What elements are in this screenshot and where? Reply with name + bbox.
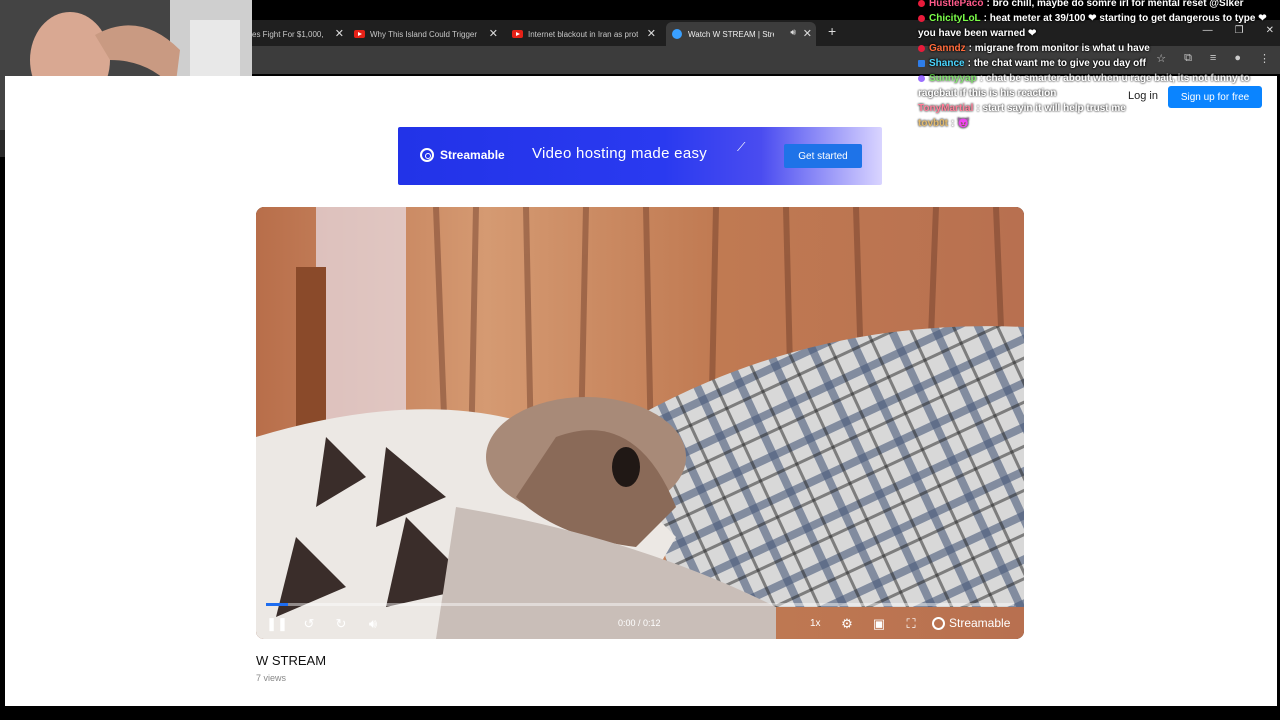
fullscreen-icon[interactable]: ⛶ [902,612,920,636]
ad-tagline: Video hosting made easy [532,145,708,162]
progress-track[interactable] [266,603,1014,606]
player-brand[interactable]: Streamable [932,616,1010,630]
chat-username: ChicityLoL [929,13,981,24]
chat-badge-icon [918,44,925,52]
video-player[interactable]: ❚❚ ↺ ↻ 🔊︎ 0:00 / 0:12 1x ⚙ ▣ ⛶ Streamabl… [256,207,1024,639]
chat-username: TonyMartial [918,103,974,114]
chat-message: ChicityLoL: heat meter at 39/100 ❤ start… [918,13,1267,39]
chat-text: bro chill, maybe do somre irl for mental… [992,0,1244,9]
chat-message: HustlePaco: bro chill, maybe do somre ir… [918,0,1280,11]
tab-title: es Fight For $1,000, [252,29,324,39]
pause-icon[interactable]: ❚❚ [266,612,288,636]
browser-tab[interactable]: Internet blackout in Iran as prot ✕ [512,22,660,46]
chat-text: migrane from monitor is what u have [974,43,1150,54]
close-icon[interactable]: ✕ [647,27,656,40]
tab-title: Why This Island Could Trigger W [370,29,478,39]
ad-brand: Streamable [420,148,505,162]
chat-message: Sunnyyap: chat be smarter about when u r… [918,73,1250,99]
player-controls: ❚❚ ↺ ↻ 🔊︎ 0:00 / 0:12 1x ⚙ ▣ ⛶ Streamabl… [256,612,1024,636]
chat-username: Ganndz [929,43,966,54]
streamable-logo-icon [932,616,945,630]
chat-badge-icon [918,0,925,7]
chat-text: start sayin it will help trust me [982,103,1126,114]
streamable-logo-icon [420,148,434,162]
close-icon[interactable]: ✕ [489,27,498,40]
rewind-icon[interactable]: ↺ [300,612,318,636]
chat-badge-icon [918,74,925,82]
video-title: W STREAM [256,653,327,668]
sparkle-icon: ⟋ [737,140,746,154]
close-icon[interactable]: ✕ [335,27,344,40]
speed-button[interactable]: 1x [810,618,821,629]
chat-username: Shance [929,58,965,69]
chat-username: tovb0t [918,118,948,129]
chat-message: tovb0t: 😈 [918,118,970,129]
speaker-icon[interactable]: 🔊︎ [790,27,796,38]
progress-fill [266,603,289,606]
settings-icon[interactable]: ⚙ [838,612,856,636]
ad-brand-text: Streamable [440,148,505,162]
chat-message: Ganndz: migrane from monitor is what u h… [918,41,1280,56]
video-frame [256,207,1024,639]
chat-text: the chat want me to give you day off [973,58,1146,69]
ad-banner[interactable]: Streamable Video hosting made easy ⟋ Get… [398,127,882,185]
chat-username: Sunnyyap [929,73,977,84]
volume-icon[interactable]: 🔊︎ [364,612,382,636]
pip-icon[interactable]: ▣ [870,612,888,636]
streamable-icon [672,29,682,39]
youtube-icon [354,30,365,38]
player-brand-text: Streamable [949,616,1011,630]
chat-badge-icon [918,59,925,67]
stream-chat-overlay: HustlePaco: bro chill, maybe do somre ir… [918,0,1280,131]
chat-message: Shance: the chat want me to give you day… [918,56,1280,71]
get-started-button[interactable]: Get started [784,144,862,168]
browser-tab[interactable]: es Fight For $1,000, ✕ [252,22,348,46]
view-count: 7 views [256,673,287,683]
chat-text: 😈 [957,118,970,129]
time-display: 0:00 / 0:12 [618,618,661,628]
browser-tab[interactable]: Why This Island Could Trigger W ✕ [354,22,502,46]
new-tab-button[interactable]: + [828,23,836,39]
close-icon[interactable]: ✕ [803,27,812,40]
chat-username: HustlePaco [929,0,984,9]
tab-title: Internet blackout in Iran as prot [528,29,638,39]
browser-tab-active[interactable]: Watch W STREAM | Streamable 🔊︎ ✕ [666,22,816,46]
chat-message: TonyMartial: start sayin it will help tr… [918,103,1126,114]
youtube-icon [512,30,523,38]
chat-badge-icon [918,14,925,22]
tab-title: Watch W STREAM | Streamable [688,29,774,39]
forward-icon[interactable]: ↻ [332,612,350,636]
